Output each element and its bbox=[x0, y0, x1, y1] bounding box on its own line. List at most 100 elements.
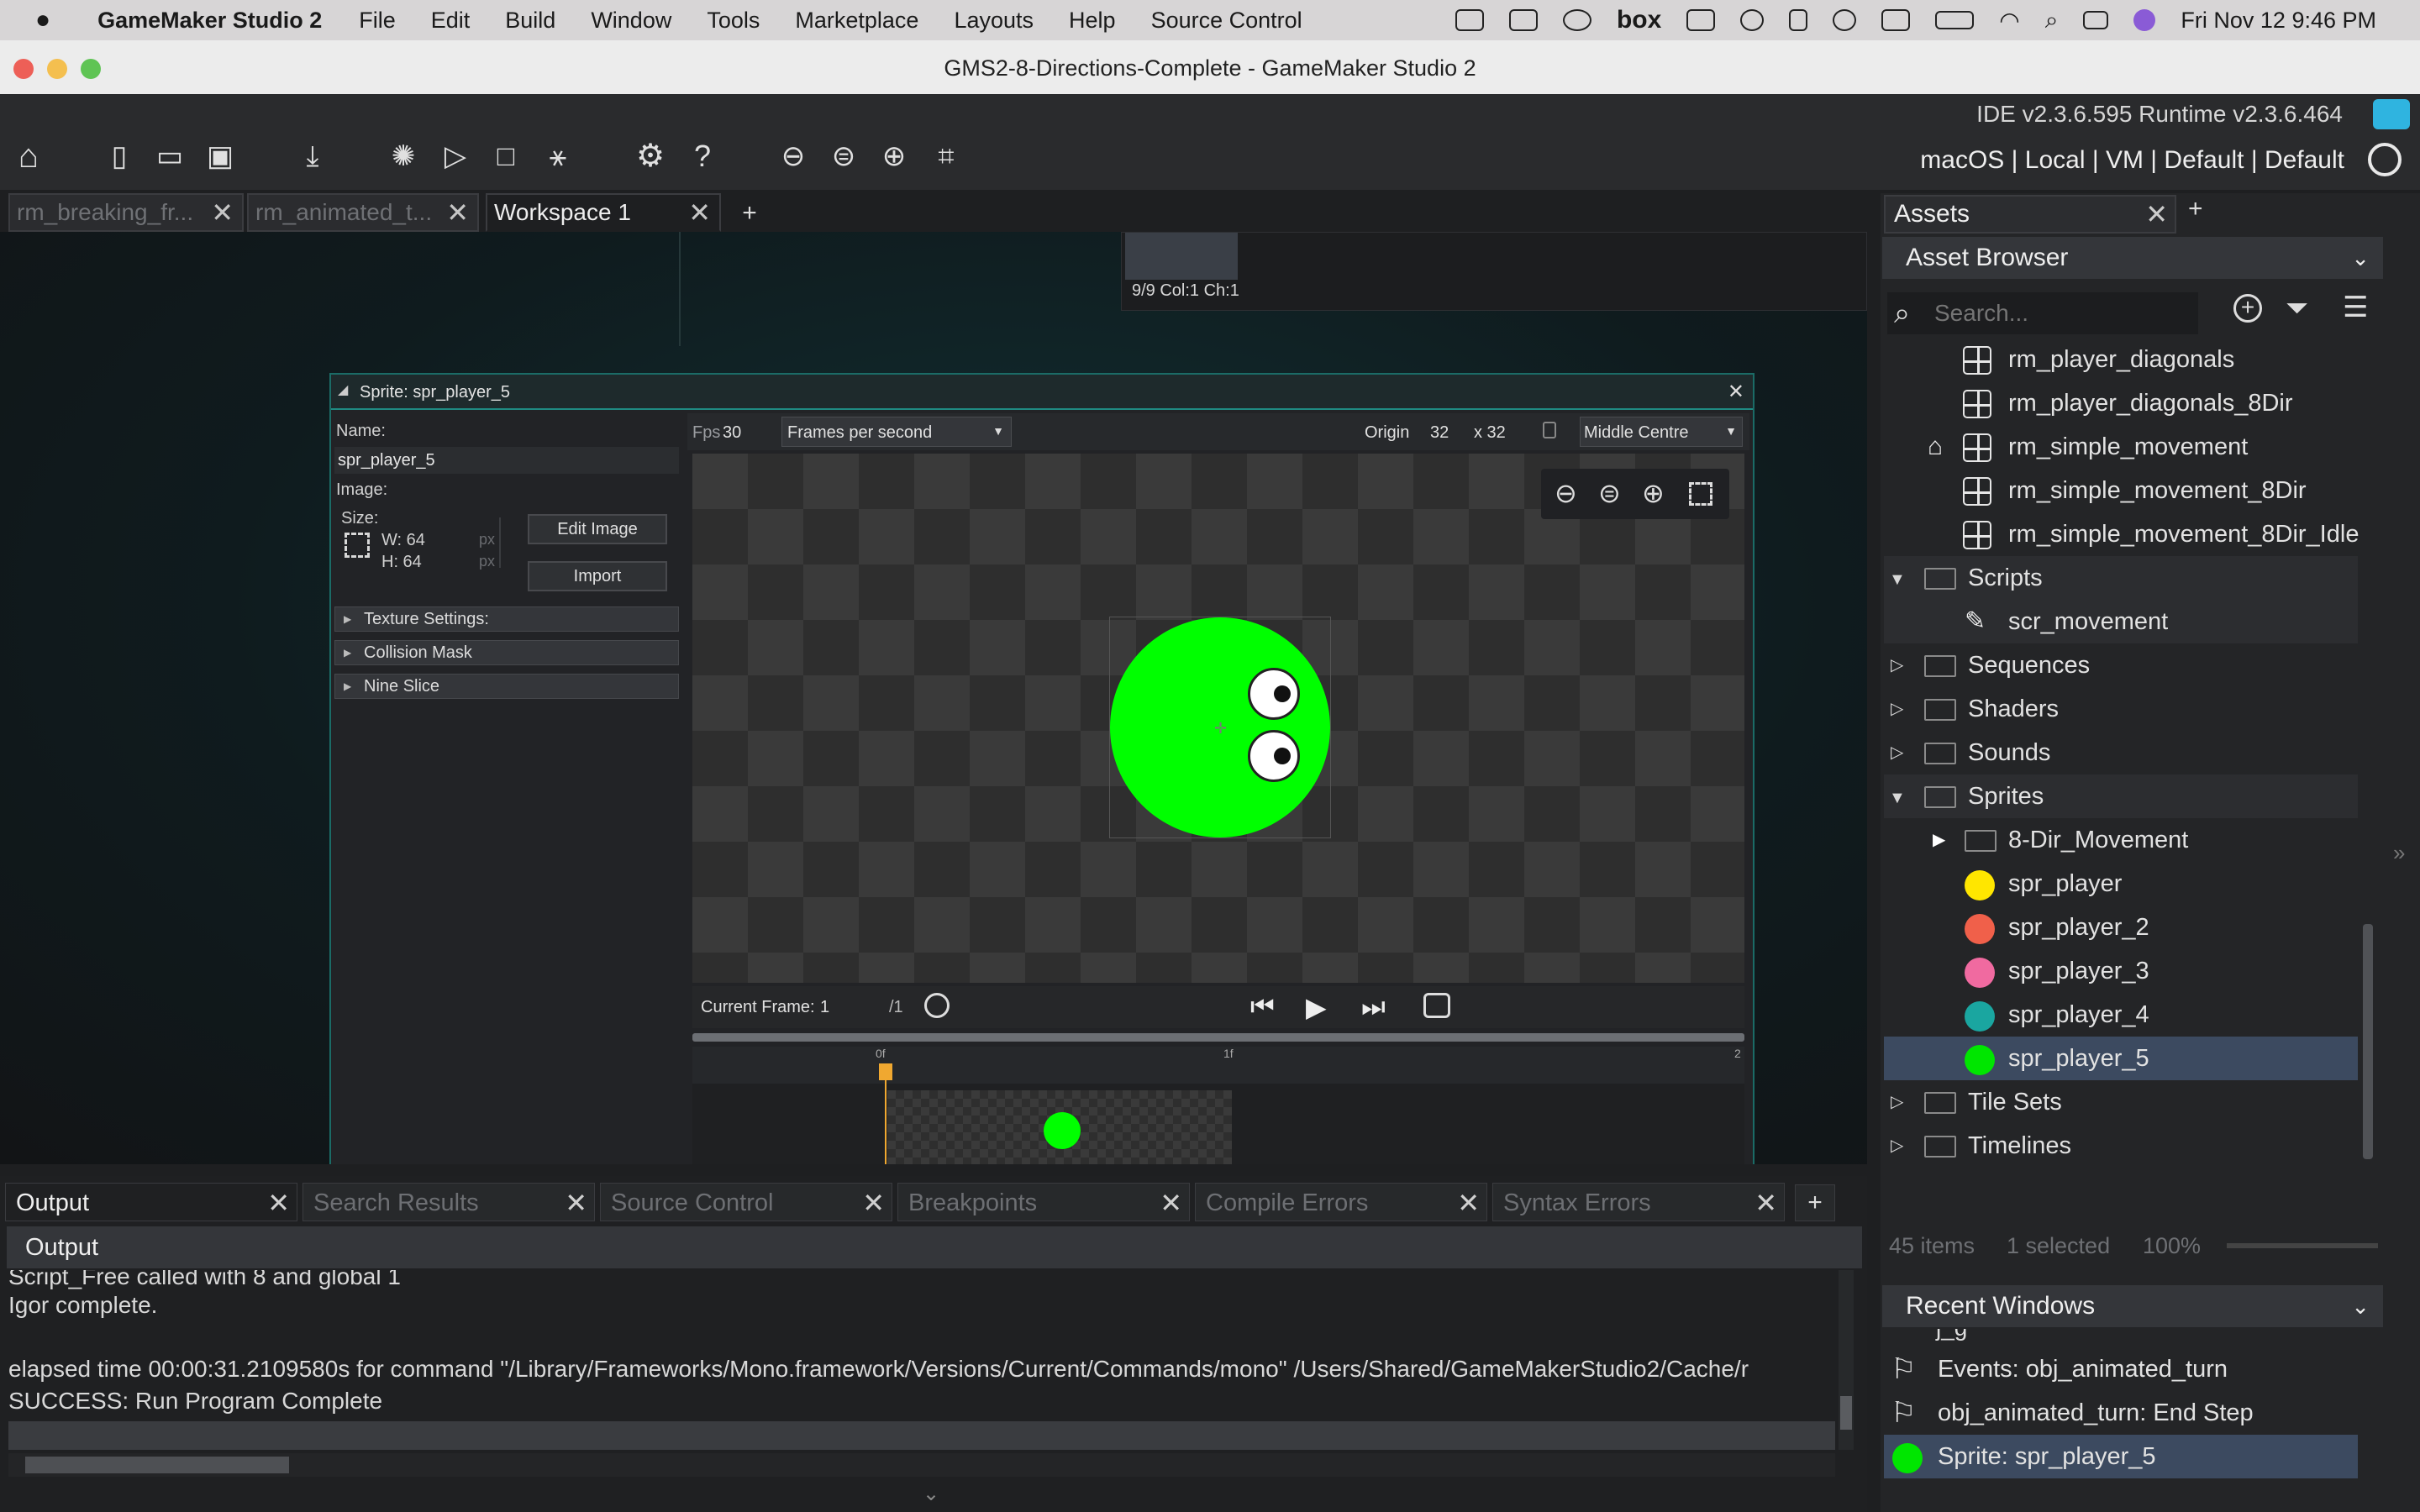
search-input[interactable] bbox=[1933, 297, 2188, 329]
expand-right-icon[interactable]: » bbox=[2393, 840, 2405, 866]
origin-x-input[interactable]: 32 bbox=[1430, 423, 1449, 443]
recent-item[interactable]: ⚐ Events: obj_animated_turn bbox=[1884, 1347, 2358, 1391]
add-panel-tab-button[interactable]: + bbox=[2188, 195, 2203, 223]
asset-folder-tilesets[interactable]: ▷ Tile Sets bbox=[1884, 1080, 2358, 1124]
lock-icon[interactable] bbox=[1543, 422, 1556, 438]
zoom-slider[interactable] bbox=[2227, 1243, 2378, 1248]
asset-room[interactable]: rm_player_diagonals_8Dir bbox=[1884, 381, 2358, 425]
asset-script[interactable]: ✎ scr_movement bbox=[1884, 600, 2358, 643]
close-window-button[interactable] bbox=[13, 59, 34, 79]
texture-settings-section[interactable]: Texture Settings: bbox=[334, 606, 679, 632]
menu-help[interactable]: Help bbox=[1069, 8, 1116, 34]
add-tab-button[interactable]: + bbox=[731, 195, 768, 232]
playhead[interactable] bbox=[879, 1063, 892, 1080]
output-input-bar[interactable] bbox=[8, 1421, 1835, 1450]
battery-icon[interactable] bbox=[1935, 11, 1975, 29]
close-icon[interactable]: ✕ bbox=[446, 195, 469, 230]
clean-icon[interactable]: ⚹ bbox=[536, 134, 580, 178]
output-hscrollbar[interactable] bbox=[8, 1453, 1835, 1477]
target-crosshair-icon[interactable] bbox=[2368, 143, 2402, 176]
chat-icon[interactable] bbox=[2373, 99, 2410, 129]
loop-icon[interactable] bbox=[1423, 993, 1450, 1018]
fps-input[interactable]: 30 bbox=[723, 423, 741, 443]
asset-folder-timelines[interactable]: ▷ Timelines bbox=[1884, 1124, 2358, 1168]
resize-icon[interactable] bbox=[345, 533, 370, 558]
asset-search-field[interactable]: ⌕ bbox=[1887, 292, 2198, 334]
scroll-thumb[interactable] bbox=[25, 1457, 289, 1473]
close-icon[interactable]: ✕ bbox=[565, 1184, 587, 1222]
recent-windows-header[interactable]: Recent Windows ⌄ bbox=[1882, 1285, 2383, 1327]
book-icon[interactable] bbox=[1508, 9, 1538, 31]
zoom-out-icon[interactable]: ⊖ bbox=[1555, 477, 1577, 509]
assets-tab[interactable]: Assets ✕ bbox=[1884, 195, 2176, 234]
close-icon[interactable]: ✕ bbox=[1160, 1184, 1182, 1222]
asset-room[interactable]: rm_player_diagonals bbox=[1884, 338, 2358, 381]
lock-icon[interactable] bbox=[1789, 9, 1808, 31]
add-output-tab-button[interactable]: + bbox=[1795, 1184, 1835, 1221]
asset-sprite[interactable]: spr_player bbox=[1884, 862, 2358, 906]
gamepad-icon[interactable]: ⌗ bbox=[924, 134, 968, 178]
chevron-down-icon[interactable]: ▼ bbox=[1889, 776, 1906, 820]
siri-icon[interactable] bbox=[2133, 9, 2156, 31]
menu-build[interactable]: Build bbox=[505, 8, 555, 34]
filter-icon[interactable]: ⏷ bbox=[2286, 292, 2308, 325]
collision-mask-section[interactable]: Collision Mask bbox=[334, 640, 679, 665]
globe-icon[interactable] bbox=[1740, 9, 1765, 31]
asset-folder-sequences[interactable]: ▷ Sequences bbox=[1884, 643, 2358, 687]
tab-syntax-errors[interactable]: Syntax Errors ✕ bbox=[1492, 1183, 1785, 1221]
chevron-right-icon[interactable]: ▷ bbox=[1891, 731, 1903, 774]
sprite-name-field[interactable]: spr_player_5 bbox=[334, 447, 679, 474]
chevron-right-icon[interactable]: ▷ bbox=[1891, 687, 1903, 731]
close-icon[interactable]: ✕ bbox=[211, 195, 234, 230]
camera-icon[interactable] bbox=[1686, 9, 1716, 31]
minimize-window-button[interactable] bbox=[47, 59, 67, 79]
tab-workspace-1[interactable]: Workspace 1 ✕ bbox=[486, 193, 721, 232]
nine-slice-section[interactable]: Nine Slice bbox=[334, 674, 679, 699]
asset-folder-shaders[interactable]: ▷ Shaders bbox=[1884, 687, 2358, 731]
tab-breakpoints[interactable]: Breakpoints ✕ bbox=[897, 1183, 1190, 1221]
close-icon[interactable]: ✕ bbox=[688, 195, 711, 230]
help-icon[interactable]: ? bbox=[681, 134, 724, 178]
close-icon[interactable]: ✕ bbox=[2145, 197, 2168, 232]
menu-marketplace[interactable]: Marketplace bbox=[795, 8, 918, 34]
frame-timeline[interactable]: 0f 1f 2 bbox=[692, 1047, 1744, 1164]
asset-room[interactable]: rm_simple_movement_8Dir_Idle bbox=[1884, 512, 2359, 556]
asset-sprite[interactable]: spr_player_4 bbox=[1884, 993, 2358, 1037]
menu-tools[interactable]: Tools bbox=[707, 8, 760, 34]
tab-output[interactable]: Output ✕ bbox=[5, 1183, 297, 1221]
close-icon[interactable]: ✕ bbox=[1457, 1184, 1480, 1222]
chevron-right-icon[interactable]: ▷ bbox=[1891, 1124, 1903, 1168]
asset-browser-dropdown[interactable]: Asset Browser ⌄ bbox=[1882, 237, 2383, 279]
chevron-right-icon[interactable]: ▶ bbox=[1933, 818, 1945, 862]
zoom-icon[interactable] bbox=[1455, 9, 1484, 31]
zoom-out-icon[interactable]: ⊖ bbox=[771, 134, 815, 178]
origin-y-input[interactable]: x 32 bbox=[1474, 423, 1506, 443]
tab-search-results[interactable]: Search Results ✕ bbox=[302, 1183, 595, 1221]
tab-compile-errors[interactable]: Compile Errors ✕ bbox=[1195, 1183, 1487, 1221]
home-icon[interactable]: ⌂ bbox=[7, 134, 50, 178]
tab-source-control[interactable]: Source Control ✕ bbox=[600, 1183, 892, 1221]
asset-room[interactable]: rm_simple_movement_8Dir bbox=[1884, 469, 2358, 512]
origin-marker-icon[interactable]: ✛ bbox=[1214, 720, 1227, 738]
apple-icon[interactable]: ● bbox=[35, 6, 50, 34]
clock[interactable]: Fri Nov 12 9:46 PM bbox=[2181, 8, 2376, 34]
fullscreen-icon[interactable] bbox=[1689, 482, 1712, 506]
sprite-editor-header[interactable]: ◢ Sprite: spr_player_5 ✕ bbox=[331, 375, 1753, 410]
current-frame-input[interactable]: 1 bbox=[820, 998, 829, 1017]
scroll-thumb[interactable] bbox=[1840, 1396, 1852, 1430]
close-icon[interactable]: ✕ bbox=[1754, 1184, 1777, 1222]
recent-item-partial[interactable]: j_g bbox=[1884, 1329, 2354, 1341]
asset-folder-scripts[interactable]: ▼ Scripts bbox=[1884, 556, 2358, 600]
play-icon[interactable]: ▶ bbox=[1306, 991, 1327, 1023]
tab-rm-breaking[interactable]: rm_breaking_fr... ✕ bbox=[8, 193, 244, 232]
zoom-reset-icon[interactable]: ⊜ bbox=[1598, 477, 1621, 509]
close-icon[interactable]: ✕ bbox=[267, 1184, 290, 1222]
collapse-panel-icon[interactable]: ⌄ bbox=[923, 1482, 939, 1506]
close-icon[interactable]: ✕ bbox=[862, 1184, 885, 1222]
chevron-right-icon[interactable]: ▷ bbox=[1891, 643, 1903, 687]
close-icon[interactable]: ✕ bbox=[1728, 380, 1744, 404]
output-log[interactable]: Script_Free called with 8 and global 1 I… bbox=[0, 1270, 1839, 1420]
asset-folder-8dir[interactable]: ▶ 8-Dir_Movement bbox=[1884, 818, 2358, 862]
asset-sprite-selected[interactable]: spr_player_5 bbox=[1884, 1037, 2358, 1080]
collapse-icon[interactable]: ◢ bbox=[338, 381, 348, 398]
